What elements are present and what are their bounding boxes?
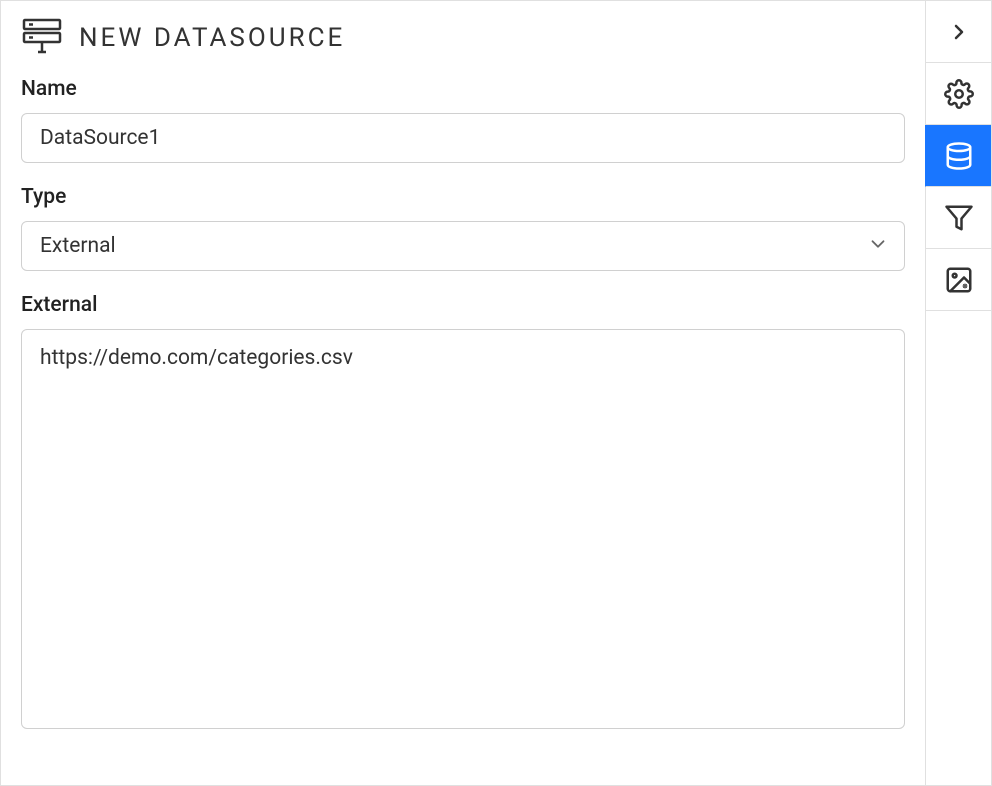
right-sidebar bbox=[925, 1, 991, 785]
database-icon bbox=[944, 141, 974, 171]
sidebar-data-button[interactable] bbox=[925, 125, 991, 187]
name-input[interactable] bbox=[21, 113, 905, 163]
sidebar-image-settings-button[interactable] bbox=[926, 249, 991, 311]
name-field-group: Name bbox=[21, 77, 905, 163]
filter-icon bbox=[944, 203, 974, 233]
gear-icon bbox=[944, 79, 974, 109]
type-select[interactable]: External bbox=[21, 221, 905, 271]
sidebar-expand-button[interactable] bbox=[926, 1, 991, 63]
sidebar-settings-button[interactable] bbox=[926, 63, 991, 125]
chevron-right-icon bbox=[947, 20, 971, 44]
external-textarea[interactable] bbox=[21, 329, 905, 729]
type-label: Type bbox=[21, 185, 905, 209]
image-gear-icon bbox=[944, 265, 974, 295]
type-select-wrap: External bbox=[21, 221, 905, 271]
name-label: Name bbox=[21, 77, 905, 101]
type-field-group: Type External bbox=[21, 185, 905, 271]
panel-header: NEW DATASOURCE bbox=[21, 17, 905, 59]
page-title: NEW DATASOURCE bbox=[79, 23, 345, 53]
datasource-icon bbox=[21, 17, 63, 59]
sidebar-filter-button[interactable] bbox=[926, 187, 991, 249]
external-label: External bbox=[21, 293, 905, 317]
external-field-group: External bbox=[21, 293, 905, 733]
main-panel: NEW DATASOURCE Name Type External Extern… bbox=[1, 1, 925, 785]
